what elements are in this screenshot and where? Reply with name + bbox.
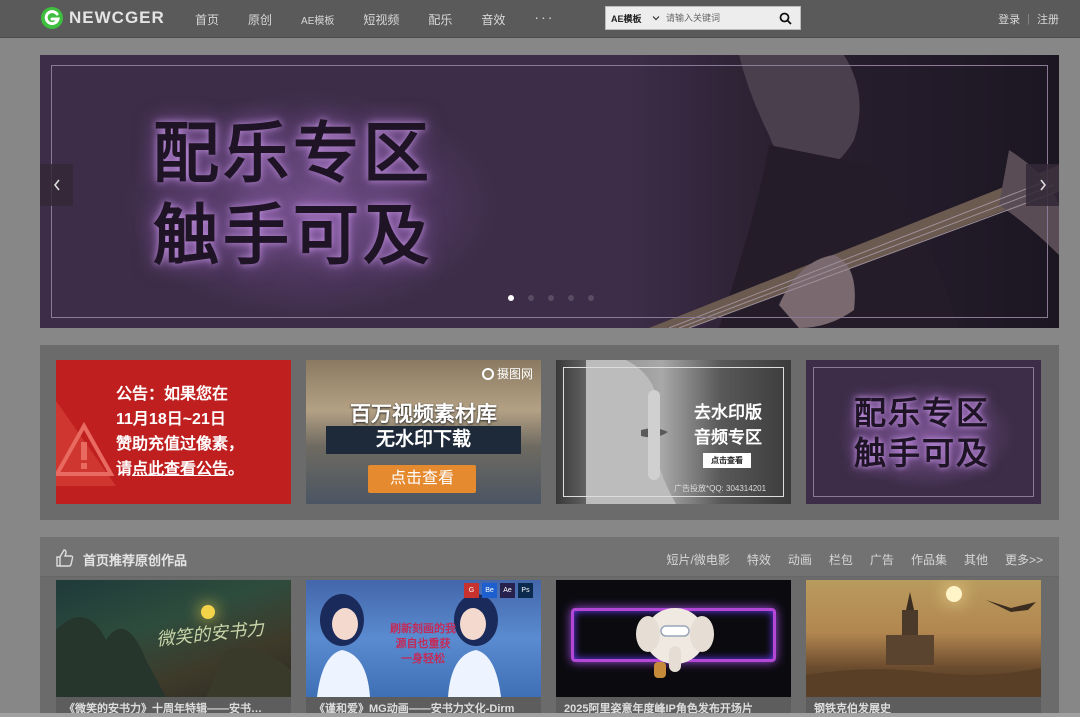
search-box: AE模板	[605, 6, 801, 30]
work-card[interactable]: G Be Ae Ps 刷新刻画的我 源自也重获 一身轻松 《谨和爱》MG动画——…	[306, 580, 541, 717]
nav-home[interactable]: 首页	[195, 11, 219, 28]
hero-title: 配乐专区 触手可及	[153, 112, 433, 276]
music-line: 配乐专区	[854, 395, 991, 431]
video-banner-title: 百万视频素材库	[350, 403, 497, 426]
card-art-text: 刷新刻画的我 源自也重获 一身轻松	[368, 622, 478, 667]
auth-links: 登录 | 注册	[998, 11, 1059, 27]
hero-title-line1: 配乐专区	[153, 116, 433, 190]
video-library-banner[interactable]: 摄图网 百万视频素材库 无水印下载 点击查看	[306, 360, 541, 504]
tab-animation[interactable]: 动画	[788, 551, 812, 568]
tab-portfolio[interactable]: 作品集	[911, 551, 947, 568]
chevron-right-icon	[1039, 179, 1046, 191]
bottom-edge	[0, 713, 1080, 717]
nav-more-button[interactable]: ···	[534, 9, 554, 25]
brand-icon	[481, 367, 494, 380]
recommended-title: 首页推荐原创作品	[83, 553, 188, 568]
carousel-dots	[508, 295, 608, 301]
carousel-dot[interactable]	[528, 295, 534, 301]
notice-link[interactable]: 点此查看公告	[132, 461, 228, 478]
thumbs-up-icon	[56, 549, 74, 567]
search-input[interactable]	[666, 13, 774, 23]
notice-text: 公告：如果您在 11月18日~21日 赞助充值过像素， 请点此查看公告。	[116, 382, 244, 482]
carousel-dot[interactable]	[588, 295, 594, 301]
work-card[interactable]: 2025阿里姿意年度峰IP角色发布开场片	[556, 580, 791, 717]
nav-music[interactable]: 配乐	[428, 11, 452, 28]
audio-line: 音频专区	[694, 428, 762, 447]
top-navbar: NEWCGER 首页 原创 AE模板 短视频 配乐 音效 ··· AE模板 登录…	[0, 0, 1080, 38]
auth-divider: |	[1027, 13, 1030, 25]
logo-icon	[41, 7, 63, 29]
nav-ae-templates[interactable]: AE模板	[301, 12, 334, 27]
tab-vfx[interactable]: 特效	[747, 551, 771, 568]
sheyitu-logo: 摄图网	[481, 365, 533, 382]
notice-line: 公告：如果您在	[116, 386, 229, 403]
work-card[interactable]: 钢铁克伯发展史	[806, 580, 1041, 717]
nav-original[interactable]: 原创	[248, 11, 272, 28]
work-thumbnail	[806, 580, 1041, 697]
nav-short-video[interactable]: 短视频	[363, 11, 399, 28]
hero-title-line2: 触手可及	[153, 198, 433, 272]
card2-line: 源自也重获	[395, 638, 451, 650]
software-badge: Be	[482, 583, 497, 598]
notice-line: 请点此查看公告。	[116, 457, 244, 482]
work-thumbnail: 微笑的安书力	[56, 580, 291, 697]
elephant-figure	[636, 608, 714, 678]
video-banner-subtitle: 无水印下载	[326, 426, 521, 454]
music-line: 触手可及	[854, 435, 991, 471]
audio-zone-banner[interactable]: 去水印版 音频专区 点击查看 广告投放*QQ: 304314201	[556, 360, 791, 504]
search-button[interactable]	[774, 7, 796, 29]
recommended-category-tabs: 短片/微电影 特效 动画 栏包 广告 作品集 其他 更多>>	[650, 551, 1043, 568]
carousel-dot[interactable]	[548, 295, 554, 301]
girl-illustration	[317, 594, 370, 697]
chevron-down-icon	[652, 16, 660, 21]
tab-short-film[interactable]: 短片/微电影	[667, 551, 730, 568]
work-thumbnail: G Be Ae Ps 刷新刻画的我 源自也重获 一身轻松	[306, 580, 541, 697]
card2-line: 刷新刻画的我	[390, 623, 456, 635]
recommended-header: 首页推荐原创作品 短片/微电影 特效 动画 栏包 广告 作品集 其他 更多>>	[40, 537, 1059, 577]
carousel-prev-button[interactable]	[40, 164, 73, 206]
notice-suffix: 。	[228, 461, 245, 478]
login-link[interactable]: 登录	[998, 11, 1020, 27]
audio-line: 去水印版	[694, 403, 762, 422]
notice-banner[interactable]: 公告：如果您在 11月18日~21日 赞助充值过像素， 请点此查看公告。	[56, 360, 291, 504]
promo-banner-row: 公告：如果您在 11月18日~21日 赞助充值过像素， 请点此查看公告。 摄图网…	[40, 345, 1059, 520]
tab-ads[interactable]: 广告	[870, 551, 894, 568]
software-badges: G Be Ae Ps	[464, 583, 536, 598]
search-category-select[interactable]: AE模板	[606, 12, 666, 25]
chevron-left-icon	[53, 179, 60, 191]
ad-contact-text: 广告投放*QQ: 304314201	[674, 484, 767, 493]
notice-line: 赞助充值过像素，	[116, 436, 245, 453]
software-badge: G	[464, 583, 479, 598]
nav-sound-effects[interactable]: 音效	[481, 11, 505, 28]
logo-text: NEWCGER	[69, 8, 165, 27]
moon-shape	[201, 605, 215, 619]
music-banner-title: 配乐专区 触手可及	[854, 393, 990, 473]
recommended-section: 首页推荐原创作品 短片/微电影 特效 动画 栏包 广告 作品集 其他 更多>> …	[40, 537, 1059, 717]
work-thumbnail	[556, 580, 791, 697]
register-link[interactable]: 注册	[1037, 11, 1059, 27]
video-banner-button[interactable]: 点击查看	[368, 465, 476, 493]
software-badge: Ae	[500, 583, 515, 598]
tab-package[interactable]: 栏包	[829, 551, 853, 568]
software-badge: Ps	[518, 583, 533, 598]
carousel-dot[interactable]	[508, 295, 514, 301]
hero-carousel[interactable]: 配乐专区 触手可及	[40, 55, 1059, 328]
desert-ground	[806, 600, 1041, 697]
search-icon	[779, 12, 792, 25]
search-category-label: AE模板	[611, 13, 642, 24]
audio-banner-title: 去水印版 音频专区	[688, 400, 768, 450]
tab-more[interactable]: 更多>>	[1005, 551, 1043, 568]
carousel-next-button[interactable]	[1026, 164, 1059, 206]
tab-other[interactable]: 其他	[964, 551, 988, 568]
notice-prefix: 请	[116, 461, 133, 478]
card2-line: 一身轻松	[401, 653, 445, 665]
site-logo[interactable]: NEWCGER	[40, 6, 165, 30]
audio-banner-button[interactable]: 点击查看	[703, 453, 751, 468]
main-nav: 首页 原创 AE模板 短视频 配乐 音效 ···	[195, 0, 554, 38]
music-zone-banner[interactable]: 配乐专区 触手可及	[806, 360, 1041, 504]
work-card[interactable]: 微笑的安书力 《微笑的安书力》十周年特辑——安书…	[56, 580, 291, 717]
notice-line: 11月18日~21日	[116, 411, 226, 428]
brand-name: 摄图网	[496, 367, 533, 381]
carousel-dot[interactable]	[568, 295, 574, 301]
